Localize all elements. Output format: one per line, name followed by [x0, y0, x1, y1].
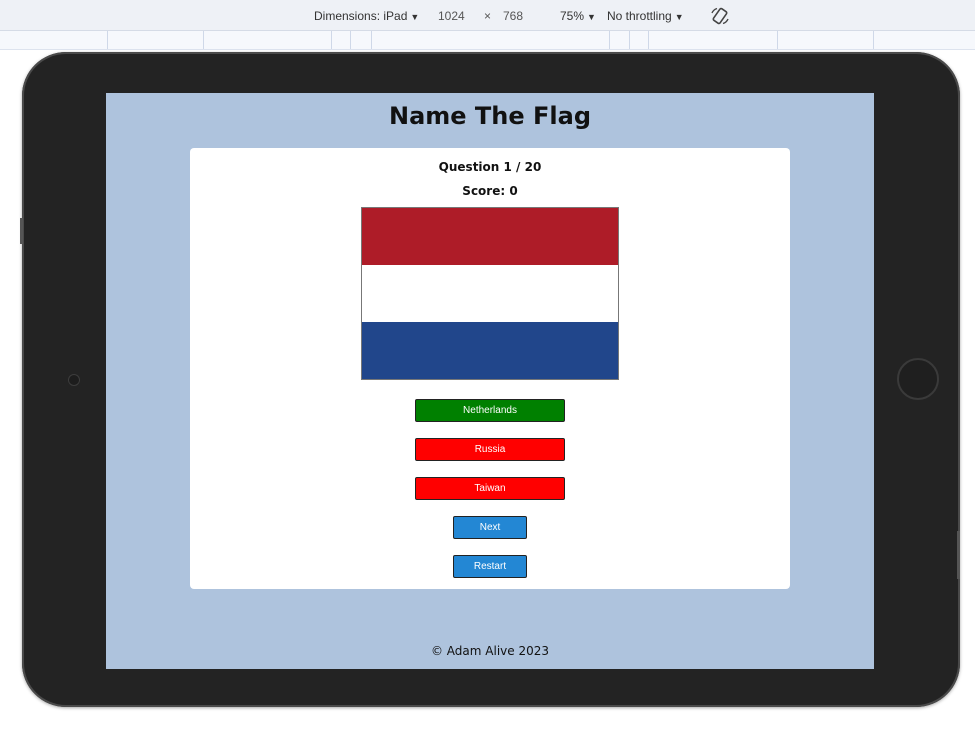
device-screen: Name The Flag Question 1 / 20 Score: 0 N… [106, 93, 874, 669]
dimension-separator: × [484, 9, 492, 23]
caret-down-icon: ▼ [674, 12, 684, 22]
zoom-label: 75% [560, 9, 585, 23]
dimensions-dropdown[interactable]: Dimensions: iPad ▼ [314, 9, 419, 23]
home-button [897, 358, 939, 400]
flag-image [361, 207, 619, 380]
next-button[interactable]: Next [453, 516, 527, 539]
camera-icon [68, 374, 80, 386]
answer-button-netherlands[interactable]: Netherlands [415, 399, 565, 422]
answer-button-russia[interactable]: Russia [415, 438, 565, 461]
devtools-device-toolbar: Dimensions: iPad ▼ 1024 × 768 75% ▼ No thr… [0, 0, 975, 31]
score-display: Score: 0 [462, 184, 518, 198]
device-side-button [957, 531, 960, 579]
question-counter: Question 1 / 20 [438, 160, 542, 174]
throttling-dropdown[interactable]: No throttling ▼ [607, 9, 684, 23]
throttling-label: No throttling [607, 9, 672, 23]
quiz-card: Question 1 / 20 Score: 0 Netherlands Rus… [190, 148, 790, 589]
flag-stripe-blue [362, 322, 618, 379]
caret-down-icon: ▼ [410, 12, 420, 22]
height-input[interactable]: 768 [503, 9, 523, 23]
width-input[interactable]: 1024 [438, 9, 465, 23]
dimensions-label: Dimensions: iPad [314, 9, 408, 23]
rotate-icon[interactable] [710, 7, 730, 25]
answer-button-taiwan[interactable]: Taiwan [415, 477, 565, 500]
restart-button[interactable]: Restart [453, 555, 527, 578]
caret-down-icon: ▼ [587, 12, 596, 22]
page-title: Name The Flag [388, 102, 591, 130]
zoom-dropdown[interactable]: 75% ▼ [560, 9, 596, 23]
media-query-ruler [0, 31, 975, 50]
footer-copyright: © Adam Alive 2023 [430, 644, 549, 658]
flag-stripe-white [362, 265, 618, 322]
flag-stripe-red [362, 208, 618, 265]
device-side-button [20, 218, 23, 244]
